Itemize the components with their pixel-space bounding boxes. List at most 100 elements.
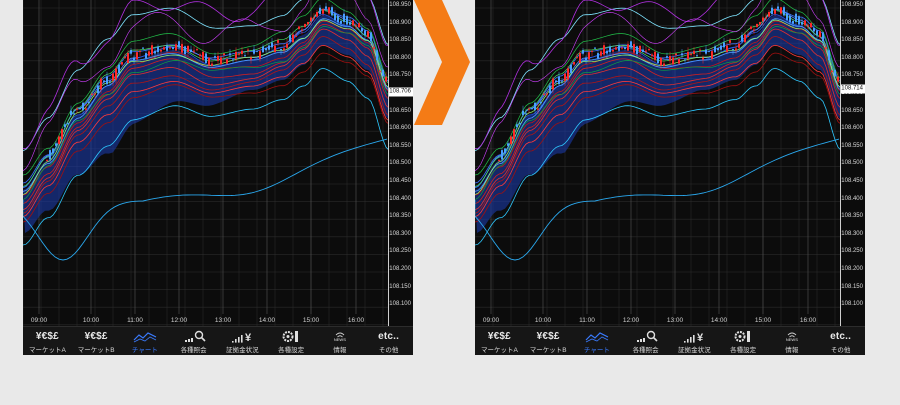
currency-icon: ¥€$£ (537, 329, 560, 343)
nav-label: 情報 (333, 347, 347, 354)
price-axis-tick: 108.450 (389, 178, 411, 184)
price-axis-tick: 108.250 (389, 248, 411, 255)
bottom-nav: ¥€$£ マーケットA ¥€$£ マーケットB チャート 各種照会 ¥ 証拠金状況 各種設定 NE… (475, 326, 865, 355)
margin-yen-icon: ¥ (681, 329, 707, 343)
price-axis-tick: 108.300 (389, 230, 411, 237)
time-axis-tick: 16:00 (799, 317, 817, 324)
price-axis-tick: 108.850 (841, 37, 863, 44)
candle (510, 135, 512, 146)
candle (534, 101, 536, 114)
right-arrow-icon (414, 0, 470, 125)
candle (798, 14, 800, 27)
candle (364, 29, 366, 40)
nav-item-4[interactable]: ¥ 証拠金状況 (218, 327, 267, 355)
candle (205, 51, 207, 64)
nav-label: マーケットB (77, 347, 115, 354)
nav-label: 証拠金状況 (226, 347, 259, 354)
time-axis-tick: 13:00 (214, 317, 232, 324)
candle (627, 41, 629, 52)
nav-item-1[interactable]: ¥€$£ マーケットB (72, 327, 121, 355)
nav-item-5[interactable]: 各種設定 (719, 327, 768, 355)
candle (268, 42, 270, 53)
nav-item-7[interactable]: etc.. その他 (364, 327, 413, 355)
candle (295, 30, 297, 38)
nav-label: 各種照会 (632, 347, 659, 354)
price-axis-tick: 108.950 (389, 2, 411, 8)
nav-item-2[interactable]: チャート (121, 327, 170, 355)
chart-area[interactable]: 108.950 108.900 108.850 108.800 108.750 108.7… (475, 0, 865, 326)
candle (349, 18, 351, 27)
candle (343, 9, 345, 26)
nav-item-5[interactable]: 各種設定 (267, 327, 316, 355)
price-axis-tick: 108.750 (841, 72, 863, 79)
candle (139, 50, 141, 57)
price-axis-tick: 108.600 (841, 125, 863, 132)
nav-icon-text: ¥€$£ (487, 330, 511, 342)
nav-item-1[interactable]: ¥€$£ マーケットB (524, 327, 573, 355)
nav-item-3[interactable]: 各種照会 (621, 327, 670, 355)
chart-plot[interactable] (23, 0, 389, 326)
nav-item-6[interactable]: NEWS 情報 (316, 327, 365, 355)
nav-item-0[interactable]: ¥€$£ マーケットA (475, 327, 524, 355)
candle (780, 7, 782, 16)
nav-label: チャート (131, 347, 158, 354)
current-price-tag: 108.714 (841, 84, 865, 94)
candle (172, 47, 174, 51)
time-axis-tick: 12:00 (622, 317, 640, 324)
chart-plot[interactable] (475, 0, 841, 326)
candle (603, 42, 605, 57)
search-icon (181, 329, 207, 343)
candle (244, 52, 246, 57)
nav-label: 各種照会 (180, 347, 207, 354)
nav-icon-text: ¥€$£ (84, 330, 108, 342)
candle (756, 23, 758, 28)
nav-item-0[interactable]: ¥€$£ マーケットA (23, 327, 72, 355)
candle (594, 46, 596, 50)
candle (190, 45, 192, 53)
candle (64, 121, 66, 129)
time-axis-tick: 13:00 (666, 317, 684, 324)
news-text: NEWS (785, 337, 798, 342)
candle (199, 53, 201, 61)
candle (672, 53, 674, 67)
time-axis-tick: 14:00 (710, 317, 728, 324)
nav-item-3[interactable]: 各種照会 (169, 327, 218, 355)
candle (58, 135, 60, 146)
candle (304, 23, 306, 28)
candle (723, 37, 725, 50)
candle (271, 37, 273, 50)
candle (334, 10, 336, 22)
currency-icon: ¥€$£ (36, 329, 59, 343)
price-axis-tick: 108.150 (389, 283, 411, 290)
candle (106, 71, 108, 85)
price-axis-tick: 108.500 (389, 160, 411, 167)
nav-item-7[interactable]: etc.. その他 (816, 327, 865, 355)
nav-icon-text: ¥€$£ (536, 330, 560, 342)
candle (328, 7, 330, 16)
nav-label: その他 (830, 347, 851, 354)
bottom-nav: ¥€$£ マーケットA ¥€$£ マーケットB チャート 各種照会 ¥ 証拠金状況 各種設定 NE… (23, 326, 413, 355)
search-icon (633, 329, 659, 343)
candle (591, 50, 593, 57)
candle (319, 4, 321, 16)
price-axis-tick: 108.450 (841, 178, 863, 184)
time-axis-tick: 09:00 (30, 317, 48, 324)
candle (771, 4, 773, 16)
nav-item-6[interactable]: NEWS 情報 (768, 327, 817, 355)
nav-item-2[interactable]: チャート (573, 327, 622, 355)
candle (142, 46, 144, 50)
nav-item-4[interactable]: ¥ 証拠金状況 (670, 327, 719, 355)
candle (151, 42, 153, 57)
candle (286, 38, 288, 50)
time-axis-tick: 14:00 (258, 317, 276, 324)
nav-label: 各種設定 (278, 347, 305, 354)
candle (316, 9, 318, 18)
svg-text:¥: ¥ (245, 332, 252, 343)
nav-label: 情報 (785, 347, 799, 354)
price-axis-tick: 108.250 (841, 248, 863, 255)
price-axis-tick: 108.900 (841, 19, 863, 26)
chart-area[interactable]: 108.950 108.900 108.850 108.800 108.750 108.7… (23, 0, 413, 326)
candle (642, 45, 644, 53)
price-axis-tick: 108.550 (841, 142, 863, 149)
current-price-tag: 108.706 (389, 87, 413, 97)
